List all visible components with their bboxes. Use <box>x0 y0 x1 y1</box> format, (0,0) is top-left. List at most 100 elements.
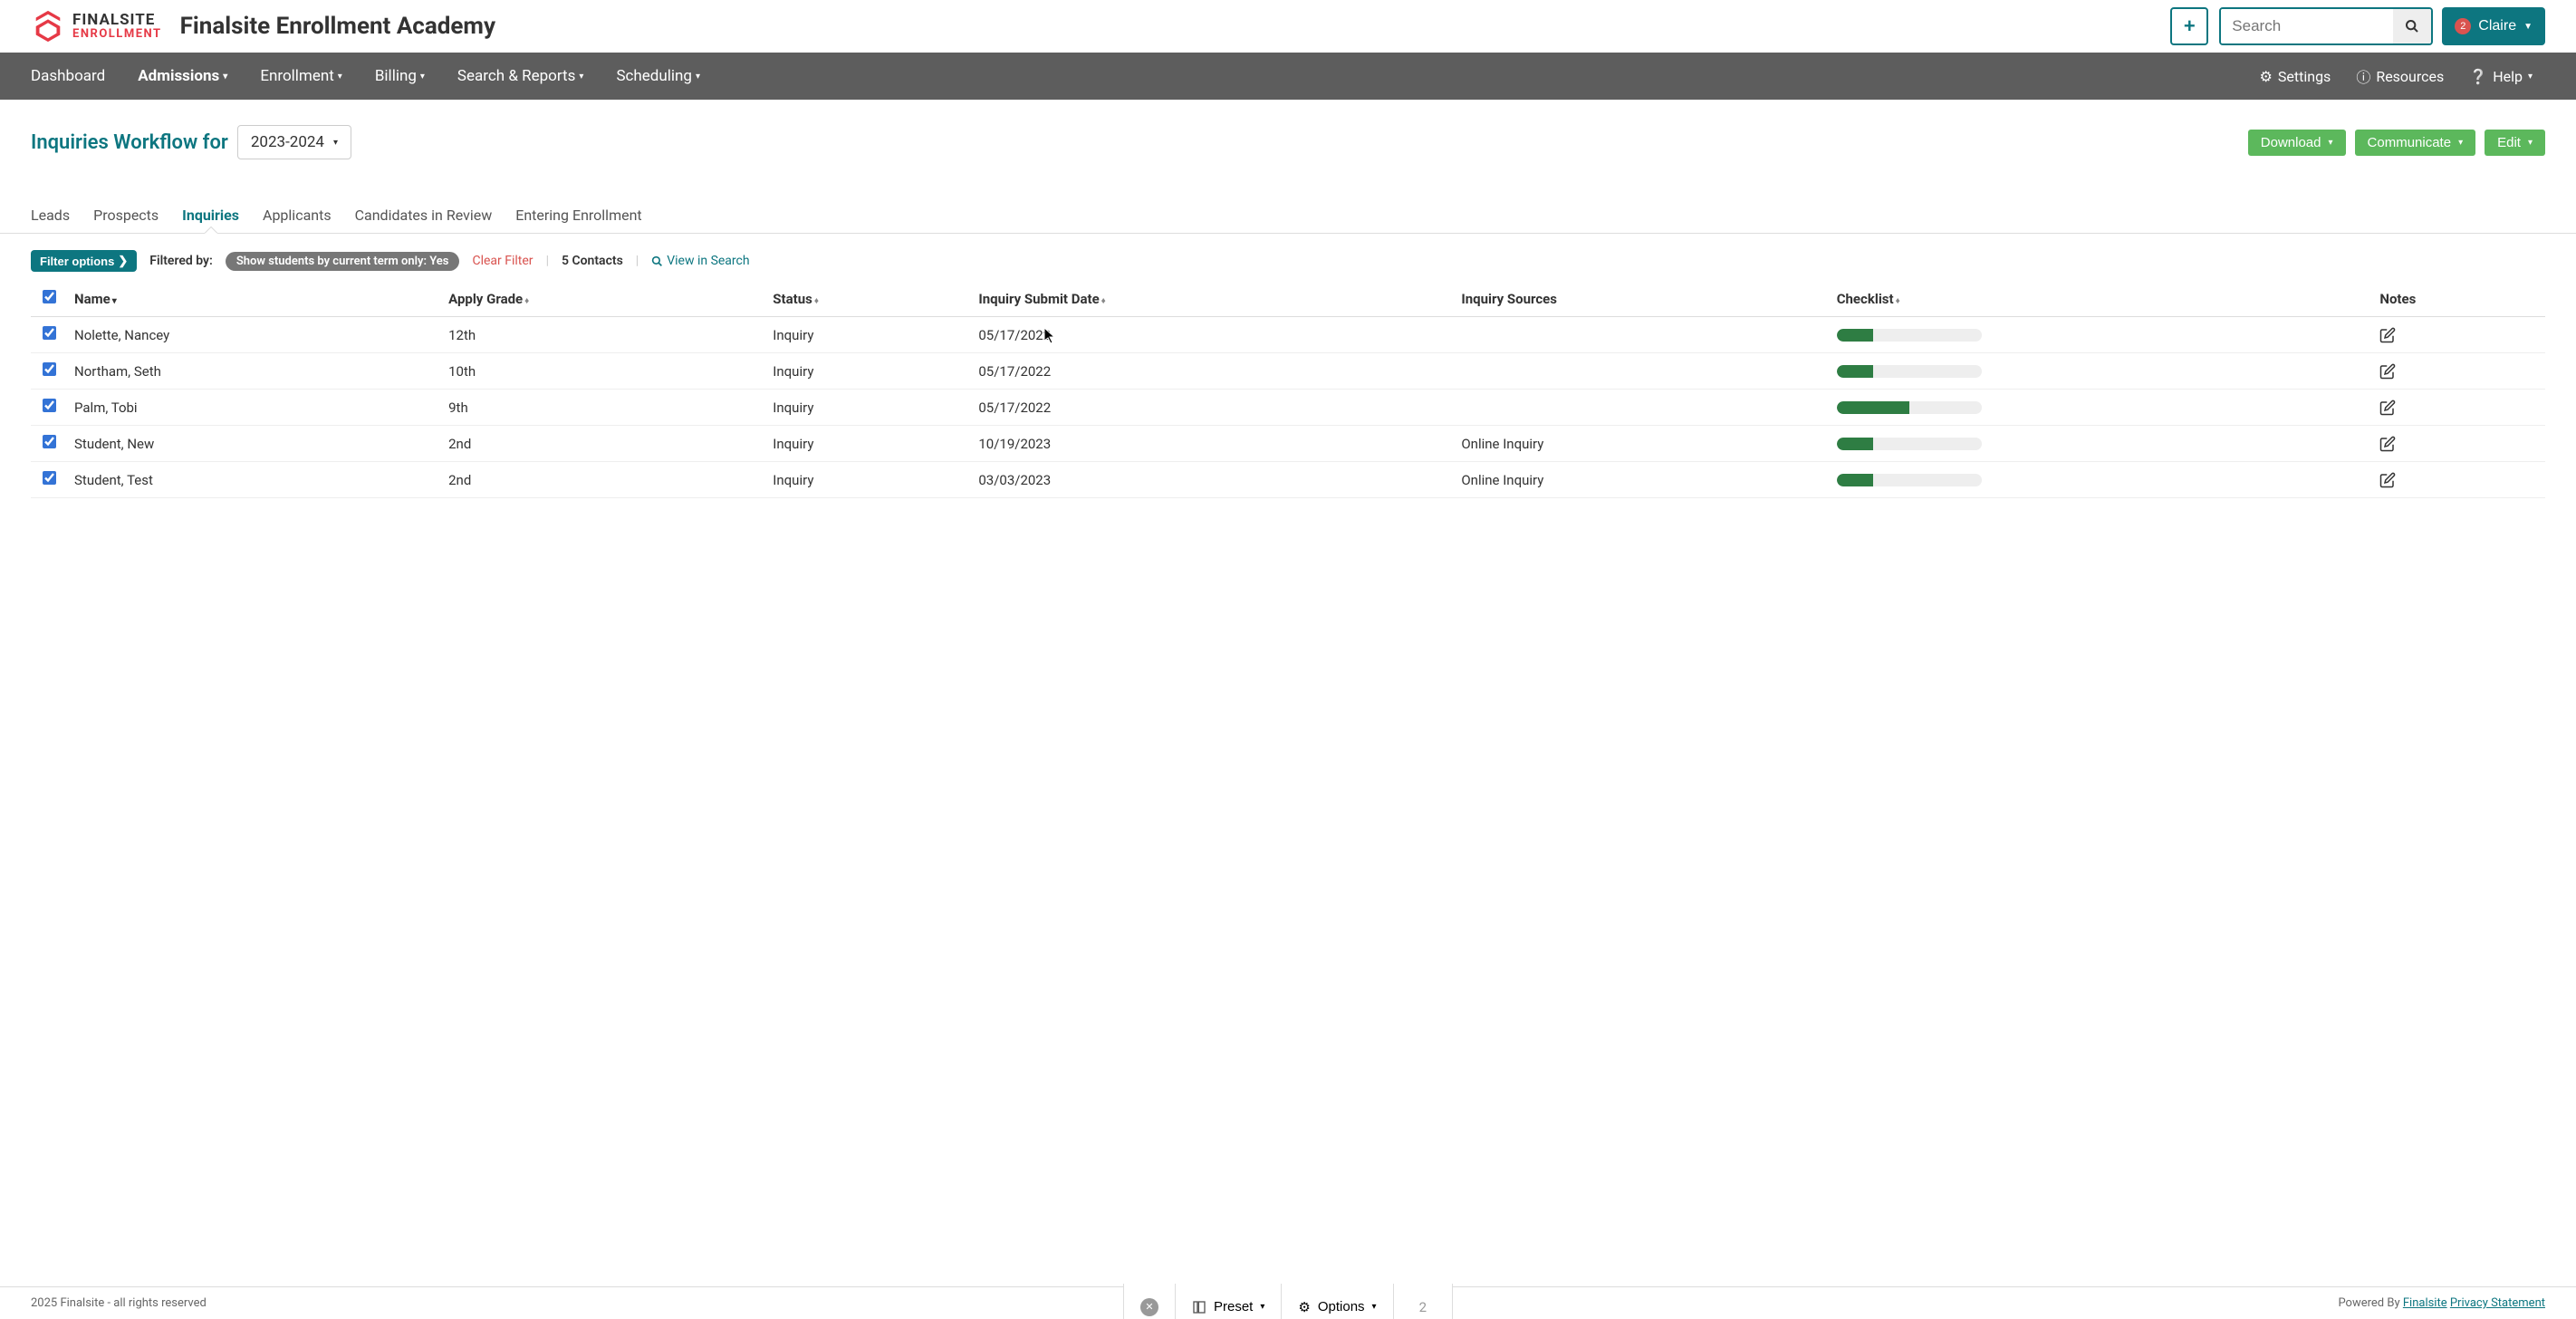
edit-button[interactable]: Edit▾ <box>2485 130 2545 156</box>
search-icon <box>651 255 663 267</box>
sort-asc-icon: ▾ <box>112 296 117 306</box>
search-input[interactable] <box>2221 9 2393 43</box>
logo-icon <box>31 9 65 43</box>
col-apply-grade[interactable]: Apply Grade♦ <box>441 281 765 317</box>
search-button[interactable] <box>2393 9 2431 43</box>
privacy-link[interactable]: Privacy Statement <box>2450 1296 2545 1310</box>
cell-grade: 2nd <box>441 426 765 462</box>
chevron-down-icon: ▾ <box>2458 138 2463 148</box>
edit-note-icon[interactable] <box>2379 363 2538 380</box>
select-all-checkbox[interactable] <box>43 290 56 303</box>
app-header: FINALSITE ENROLLMENT Finalsite Enrollmen… <box>0 0 2576 53</box>
tab-applicants[interactable]: Applicants <box>263 197 332 233</box>
download-button[interactable]: Download▾ <box>2248 130 2346 156</box>
page-header: Inquiries Workflow for 2023-2024 ▾ Downl… <box>0 100 2576 170</box>
col-submit-date[interactable]: Inquiry Submit Date♦ <box>971 281 1454 317</box>
chevron-down-icon: ▾ <box>338 72 342 82</box>
cell-notes <box>2372 426 2545 462</box>
term-label: 2023-2024 <box>251 133 324 151</box>
cell-date: 10/19/2023 <box>971 426 1454 462</box>
nav-enrollment[interactable]: Enrollment▾ <box>244 67 359 85</box>
cell-name: Student, New <box>67 426 441 462</box>
clear-filter-link[interactable]: Clear Filter <box>472 254 533 268</box>
preset-button[interactable]: Preset ▾ <box>1175 1284 1281 1319</box>
table-row[interactable]: Student, New 2nd Inquiry 10/19/2023 Onli… <box>31 426 2545 462</box>
table-row[interactable]: Palm, Tobi 9th Inquiry 05/17/2022 <box>31 390 2545 426</box>
col-notes: Notes <box>2372 281 2545 317</box>
cell-checklist <box>1830 462 2373 498</box>
tab-inquiries[interactable]: Inquiries <box>182 197 239 233</box>
row-checkbox[interactable] <box>43 326 56 340</box>
filter-chip[interactable]: Show students by current term only: Yes <box>226 252 460 271</box>
nav-help[interactable]: ❔Help▾ <box>2456 68 2545 85</box>
user-name-label: Claire <box>2478 18 2516 34</box>
powered-by: Powered By Finalsite Privacy Statement <box>2338 1296 2545 1310</box>
page-number[interactable]: 2 <box>1393 1284 1452 1319</box>
col-name[interactable]: Name▾ <box>67 281 441 317</box>
nav-resources[interactable]: ⓘResources <box>2343 65 2456 87</box>
main-nav: Dashboard Admissions▾ Enrollment▾ Billin… <box>0 53 2576 100</box>
chevron-down-icon: ▾ <box>2528 138 2533 148</box>
chevron-down-icon: ▾ <box>2528 72 2533 82</box>
cell-status: Inquiry <box>765 317 971 353</box>
row-checkbox[interactable] <box>43 471 56 485</box>
tab-prospects[interactable]: Prospects <box>93 197 159 233</box>
cell-notes <box>2372 462 2545 498</box>
nav-search-reports[interactable]: Search & Reports▾ <box>441 67 601 85</box>
cell-grade: 2nd <box>441 462 765 498</box>
cell-date: 05/17/2022 <box>971 390 1454 426</box>
cell-checklist <box>1830 317 2373 353</box>
edit-note-icon[interactable] <box>2379 400 2538 416</box>
gear-icon: ⚙ <box>1298 1299 1310 1315</box>
table-row[interactable]: Student, Test 2nd Inquiry 03/03/2023 Onl… <box>31 462 2545 498</box>
term-selector[interactable]: 2023-2024 ▾ <box>237 125 351 159</box>
sort-icon: ♦ <box>1101 296 1106 306</box>
options-button[interactable]: ⚙ Options ▾ <box>1281 1284 1392 1319</box>
table-row[interactable]: Nolette, Nancey 12th Inquiry 05/17/2022 <box>31 317 2545 353</box>
cell-status: Inquiry <box>765 426 971 462</box>
help-icon: ❔ <box>2469 68 2487 85</box>
contacts-count: 5 Contacts <box>562 254 623 268</box>
nav-scheduling[interactable]: Scheduling▾ <box>600 67 716 85</box>
row-checkbox[interactable] <box>43 435 56 448</box>
communicate-button[interactable]: Communicate▾ <box>2355 130 2476 156</box>
search-container <box>2219 7 2433 45</box>
tab-candidates[interactable]: Candidates in Review <box>355 197 493 233</box>
workflow-tabs: Leads Prospects Inquiries Applicants Can… <box>0 197 2576 234</box>
cell-date: 05/17/2022 <box>971 353 1454 390</box>
notification-badge: 2 <box>2455 18 2471 34</box>
sort-icon: ♦ <box>1896 296 1900 306</box>
logo[interactable]: FINALSITE ENROLLMENT <box>31 9 162 43</box>
cell-date: 03/03/2023 <box>971 462 1454 498</box>
user-menu[interactable]: 2 Claire ▼ <box>2442 7 2545 45</box>
finalsite-link[interactable]: Finalsite <box>2403 1296 2447 1310</box>
cell-source <box>1454 353 1829 390</box>
row-checkbox[interactable] <box>43 399 56 412</box>
edit-note-icon[interactable] <box>2379 436 2538 452</box>
cell-grade: 9th <box>441 390 765 426</box>
cell-checklist <box>1830 353 2373 390</box>
nav-admissions[interactable]: Admissions▾ <box>121 67 244 85</box>
nav-billing[interactable]: Billing▾ <box>359 67 441 85</box>
nav-settings[interactable]: ⚙Settings <box>2247 68 2344 85</box>
edit-note-icon[interactable] <box>2379 472 2538 488</box>
row-checkbox[interactable] <box>43 362 56 376</box>
close-selection-button[interactable]: ✕ <box>1124 1284 1175 1319</box>
page-footer: 2025 Finalsite - all rights reserved ✕ P… <box>0 1286 2576 1319</box>
data-table-container: Name▾ Apply Grade♦ Status♦ Inquiry Submi… <box>0 281 2576 498</box>
table-row[interactable]: Northam, Seth 10th Inquiry 05/17/2022 <box>31 353 2545 390</box>
add-button[interactable]: + <box>2170 7 2208 45</box>
col-checklist[interactable]: Checklist♦ <box>1830 281 2373 317</box>
col-status[interactable]: Status♦ <box>765 281 971 317</box>
tab-entering[interactable]: Entering Enrollment <box>515 197 641 233</box>
chevron-down-icon: ▾ <box>696 72 700 82</box>
filtered-by-label: Filtered by: <box>149 254 213 268</box>
chevron-down-icon: ▾ <box>333 138 338 148</box>
filter-options-button[interactable]: Filter options❯ <box>31 250 137 272</box>
nav-dashboard[interactable]: Dashboard <box>31 67 121 85</box>
view-in-search-link[interactable]: View in Search <box>651 254 749 268</box>
edit-note-icon[interactable] <box>2379 327 2538 343</box>
chevron-down-icon: ▾ <box>420 72 425 82</box>
checklist-progress <box>1837 329 1982 342</box>
tab-leads[interactable]: Leads <box>31 197 70 233</box>
